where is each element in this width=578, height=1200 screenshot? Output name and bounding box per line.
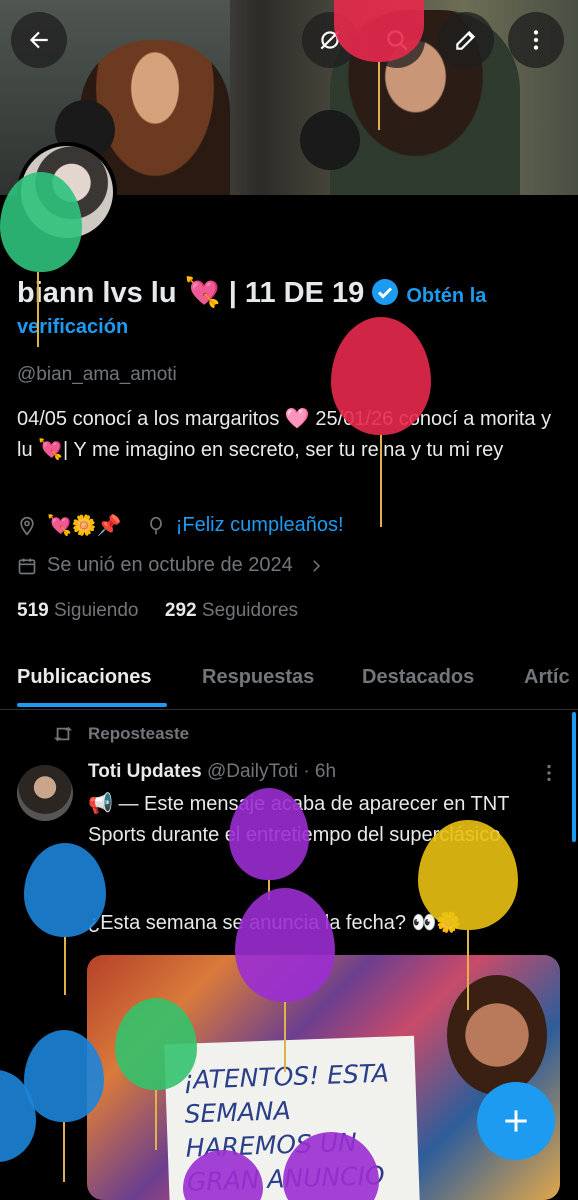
tab-articulos[interactable]: Artíc	[524, 666, 570, 689]
tweet-text: 📢 — Este mensaje acaba de aparecer en TN…	[88, 793, 510, 846]
more-vertical-icon	[547, 764, 551, 782]
tweet-author-name[interactable]: Toti Updates	[88, 761, 202, 782]
tweet-more-button[interactable]	[542, 762, 556, 789]
repost-label: Reposteaste	[88, 724, 190, 743]
profile-meta-row: 💘🌼📌 ¡Feliz cumpleaños!	[17, 513, 344, 538]
grok-button[interactable]	[302, 12, 358, 68]
profile-name: biann lvs lu 💘 | 11 DE 19	[17, 277, 365, 309]
back-button[interactable]	[11, 12, 67, 68]
tweet-header: Toti Updates @DailyToti · 6h	[88, 761, 336, 783]
media-sign: ¡ATENTOS! ESTA SEMANA HAREMOS UN GRAN AN…	[164, 1035, 420, 1200]
media-sign-text: ¡ATENTOS! ESTA SEMANA HAREMOS UN GRAN AN…	[182, 1058, 390, 1197]
repost-icon	[54, 726, 72, 742]
profile-handle: @bian_ama_amoti	[17, 364, 177, 385]
more-button[interactable]	[508, 12, 564, 68]
edit-icon	[456, 30, 476, 50]
profile-joined: Se unió en octubre de 2024	[47, 554, 293, 576]
compose-button[interactable]	[477, 1082, 555, 1160]
tab-publicaciones[interactable]: Publicaciones	[17, 666, 152, 689]
tweet-media-image[interactable]: ¡ATENTOS! ESTA SEMANA HAREMOS UN GRAN AN…	[87, 955, 560, 1200]
balloon-icon	[149, 516, 162, 534]
arrow-left-icon	[29, 31, 48, 49]
verified-badge-icon[interactable]	[372, 279, 399, 305]
profile-avatar[interactable]	[17, 142, 117, 242]
get-verified-link[interactable]: Obtén la	[406, 285, 486, 307]
search-icon	[387, 30, 408, 51]
calendar-icon	[18, 558, 36, 574]
followers-link[interactable]: 292 Seguidores	[165, 600, 298, 621]
profile-name-row: biann lvs lu 💘 | 11 DE 19 Obtén la	[17, 276, 486, 310]
tab-respuestas[interactable]: Respuestas	[202, 666, 314, 689]
tweet-author-avatar[interactable]	[17, 765, 73, 821]
tweet-time: · 6h	[303, 761, 337, 782]
active-tab-indicator	[17, 703, 167, 707]
no-signal-icon	[320, 30, 340, 50]
edit-button[interactable]	[438, 12, 494, 68]
profile-joined-row[interactable]: Se unió en octubre de 2024	[17, 554, 325, 577]
more-vertical-icon	[533, 30, 539, 50]
tweet-author-handle[interactable]: @DailyToti	[207, 761, 298, 782]
chevron-right-icon	[312, 559, 320, 572]
tab-destacados[interactable]: Destacados	[362, 666, 474, 689]
location-pin-icon	[20, 516, 34, 536]
follow-stats: 519 Siguiendo 292 Seguidores	[17, 600, 298, 622]
birthday-link[interactable]: ¡Feliz cumpleaños!	[176, 514, 344, 537]
repost-indicator: Reposteaste	[52, 724, 189, 744]
plus-icon	[505, 1110, 527, 1132]
search-button[interactable]	[369, 12, 425, 68]
banner-microphone	[300, 110, 360, 170]
profile-location: 💘🌼📌	[47, 515, 122, 537]
get-verified-link-cont[interactable]: verificación	[17, 316, 128, 339]
profile-tabs: Publicaciones Respuestas Destacados Artí…	[0, 650, 578, 710]
media-person	[447, 975, 547, 1095]
scrollbar[interactable]	[572, 712, 576, 842]
following-link[interactable]: 519 Siguiendo	[17, 600, 139, 621]
profile-bio: 04/05 conocí a los margaritos 🩷 25/01/26…	[17, 408, 552, 461]
tweet-question: ¿Esta semana se anuncia la fecha? 👀🌼	[88, 912, 462, 934]
